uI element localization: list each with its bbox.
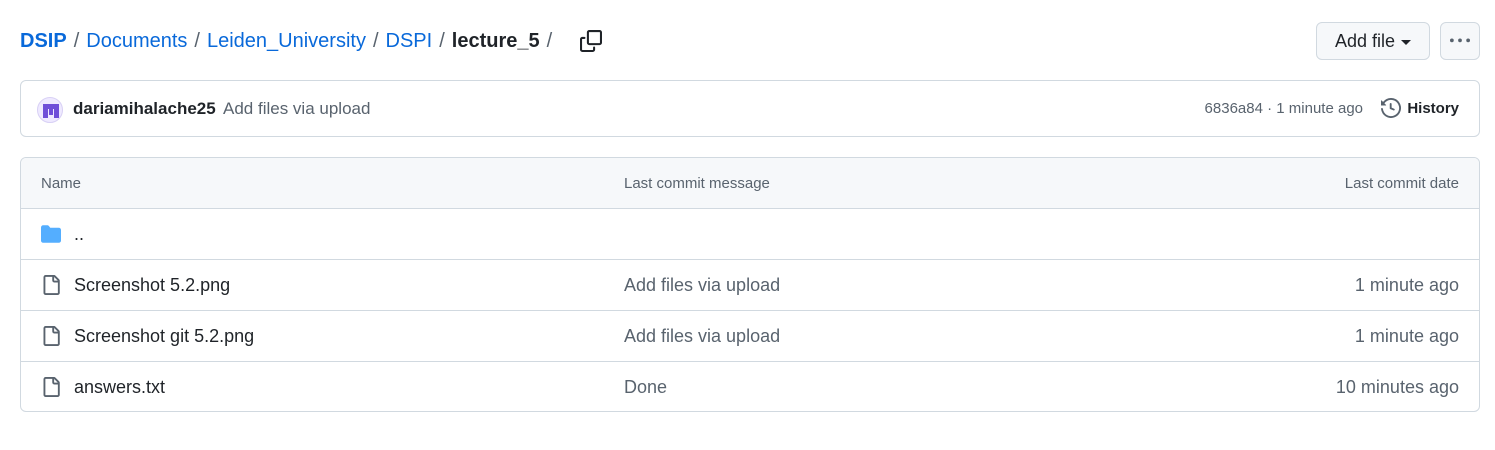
file-icon — [41, 377, 61, 397]
parent-directory-row[interactable]: .. — [21, 209, 1479, 260]
commit-date: 10 minutes ago — [1335, 377, 1459, 397]
breadcrumb-repo-link[interactable]: DSIP — [20, 30, 67, 53]
file-name-link[interactable]: Screenshot git 5.2.png — [74, 326, 254, 347]
file-icon — [41, 275, 61, 295]
file-name-link[interactable]: answers.txt — [74, 377, 165, 398]
identicon-avatar — [43, 104, 59, 118]
breadcrumb-separator: / — [194, 29, 200, 52]
table-row[interactable]: Screenshot git 5.2.png Add files via upl… — [21, 311, 1479, 362]
commit-sha-time[interactable]: 6836a84 · 1 minute ago — [1205, 100, 1363, 117]
table-header: Name Last commit message Last commit dat… — [21, 158, 1479, 209]
breadcrumb-separator: / — [439, 29, 445, 52]
file-table: Name Last commit message Last commit dat… — [20, 157, 1480, 412]
history-icon — [1381, 98, 1402, 118]
breadcrumb-separator: / — [546, 29, 553, 52]
table-row[interactable]: answers.txt Done 10 minutes ago — [21, 362, 1479, 411]
commit-author-link[interactable]: dariamihalache25 — [73, 99, 216, 119]
breadcrumb-separator: / — [372, 29, 379, 52]
add-file-label: Add file — [1334, 30, 1396, 51]
breadcrumb-documents-link[interactable]: Documents — [86, 30, 187, 53]
copy-path-button[interactable] — [575, 25, 607, 57]
caret-down-icon — [1401, 40, 1412, 45]
kebab-horizontal-icon — [1450, 38, 1470, 43]
add-file-button[interactable]: Add file — [1316, 22, 1430, 60]
more-options-button[interactable] — [1440, 22, 1480, 60]
file-icon — [41, 326, 61, 346]
commit-message-link[interactable]: Add files via upload — [624, 326, 780, 347]
top-bar: DSIP / Documents / Leiden_University / D… — [20, 22, 1480, 60]
commit-message-link[interactable]: Add files via upload — [223, 99, 370, 119]
commit-date: 1 minute ago — [1354, 326, 1459, 346]
parent-directory-link[interactable]: .. — [74, 224, 84, 245]
commit-message-link[interactable]: Done — [624, 377, 667, 398]
latest-commit-box: dariamihalache25 Add files via upload 68… — [20, 80, 1480, 137]
breadcrumb-separator: / — [73, 29, 80, 52]
avatar[interactable] — [37, 97, 63, 123]
copy-icon — [580, 30, 603, 52]
history-label: History — [1407, 99, 1459, 117]
commit-message-link[interactable]: Add files via upload — [624, 275, 780, 296]
column-header-last-commit-date: Last commit date — [1344, 175, 1459, 192]
breadcrumb-current-folder: lecture_5 — [451, 29, 540, 52]
file-name-link[interactable]: Screenshot 5.2.png — [74, 275, 230, 296]
commit-date: 1 minute ago — [1354, 275, 1459, 295]
history-button[interactable]: History — [1381, 98, 1459, 118]
folder-icon — [41, 224, 61, 244]
breadcrumb: DSIP / Documents / Leiden_University / D… — [20, 22, 607, 60]
breadcrumb-dspi-link[interactable]: DSPI — [386, 30, 433, 53]
table-row[interactable]: Screenshot 5.2.png Add files via upload … — [21, 260, 1479, 311]
column-header-last-commit-message: Last commit message — [624, 175, 770, 192]
breadcrumb-leiden-university-link[interactable]: Leiden_University — [207, 30, 366, 53]
column-header-name: Name — [41, 175, 82, 192]
